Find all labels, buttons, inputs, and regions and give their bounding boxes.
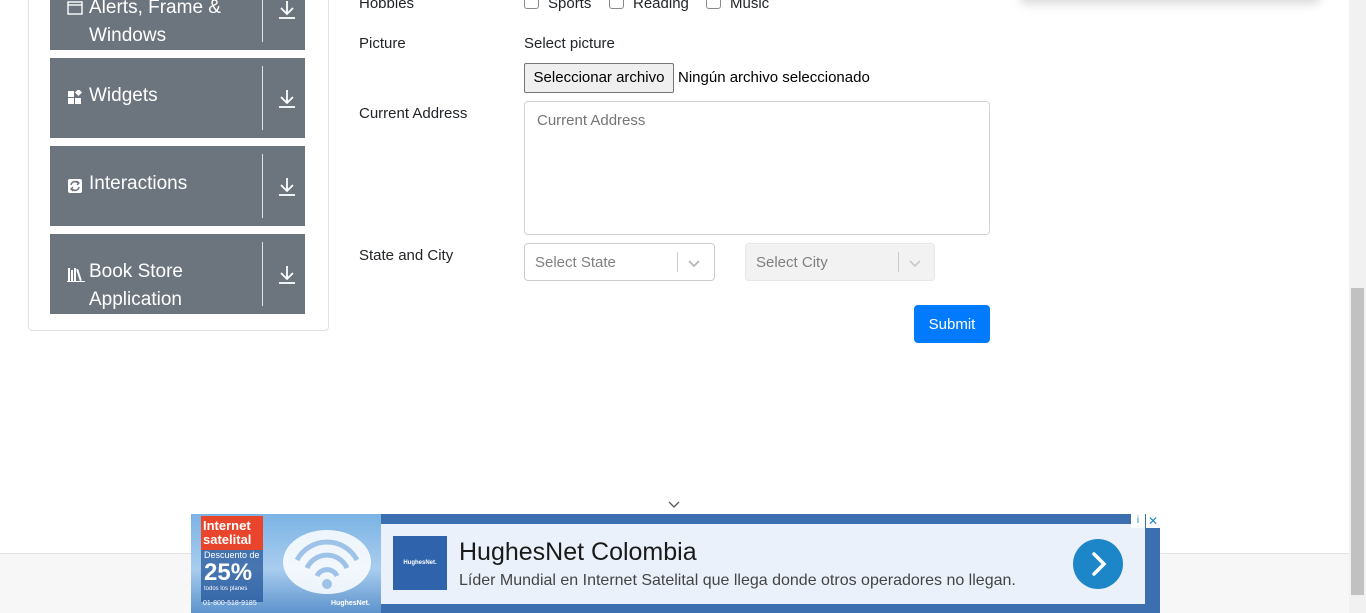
ad-go-button[interactable] [1073,539,1123,589]
interactions-icon [68,179,82,193]
select-separator [898,252,899,272]
ad-discount-value: 25% [204,559,253,586]
picture-caption: Select picture [524,35,615,52]
choose-file-button[interactable]: Seleccionar archivo [524,63,674,93]
state-select[interactable]: Select State [524,243,715,281]
ad-banner[interactable]: Internet satelital Descuento de 25% todo… [191,514,1160,613]
picture-label: Picture [359,35,406,52]
sidebar-group-divider [262,66,263,130]
ad-promo-line1: Internet [203,518,251,533]
submit-button[interactable]: Submit [914,305,990,343]
sidebar-group-divider [262,0,263,42]
ad-discount-note: todos los planes [204,586,248,592]
sidebar-group-divider [262,242,263,306]
book-icon [67,268,85,282]
sidebar-group-divider [262,154,263,218]
file-status-text: Ningún archivo seleccionado [678,69,870,86]
ad-discount-box: Descuento de 25% todos los planes [201,550,263,602]
sidebar-group-label: Application [89,289,182,310]
hobby-music-label[interactable]: Music [730,0,769,12]
sidebar-group-book-store[interactable]: Book Store Application [50,234,305,314]
ad-phone: 01-800-518-9185 [203,600,257,607]
hobby-music-checkbox[interactable] [706,0,721,9]
current-address-label: Current Address [359,105,468,122]
chevron-down-icon[interactable] [687,256,701,270]
download-arrow-icon[interactable] [278,89,296,109]
download-arrow-icon[interactable] [278,0,296,20]
current-address-input[interactable] [524,101,990,235]
sidebar-group-label: Interactions [89,173,188,194]
hobby-sports-label[interactable]: Sports [548,0,591,12]
sidebar-group-interactions[interactable]: Interactions [50,146,305,226]
hobby-reading-label[interactable]: Reading [633,0,689,12]
hobby-reading-checkbox[interactable] [609,0,624,9]
state-city-label: State and City [359,247,454,264]
ad-content-panel[interactable]: HughesNet. HughesNet Colombia Líder Mund… [381,524,1145,604]
sidebar-group-widgets[interactable]: Widgets [50,58,305,138]
download-arrow-icon[interactable] [278,265,296,285]
select-separator [677,252,678,272]
hobby-sports-checkbox[interactable] [524,0,539,9]
ad-logo: HughesNet. [393,536,447,590]
window-icon [67,1,83,15]
chevron-down-icon[interactable] [908,256,922,270]
ad-title[interactable]: HughesNet Colombia [459,538,697,567]
sidebar-group-label: Widgets [89,85,158,106]
sidebar-group-label: Book Store [89,261,183,282]
ad-close-icon[interactable]: ✕ [1146,514,1160,528]
ad-promo-line2: satelital [203,532,252,547]
chevron-down-icon[interactable] [666,499,682,511]
wifi-cloud-icon [283,530,371,594]
ad-info-icon[interactable]: i [1131,514,1145,528]
scrollbar-thumb[interactable] [1351,288,1364,595]
state-select-placeholder: Select State [535,254,616,271]
chevron-right-icon [1092,552,1107,576]
download-arrow-icon[interactable] [278,177,296,197]
ad-brand-small: HughesNet. [331,600,370,607]
city-select-placeholder: Select City [756,254,828,271]
hobbies-label: Hobbies [359,0,415,12]
ad-promo-image[interactable]: Internet satelital Descuento de 25% todo… [191,514,381,613]
city-select[interactable]: Select City [745,243,935,281]
ad-promo-badge: Internet satelital [201,516,263,550]
sidebar-group-label: Alerts, Frame & [89,0,221,18]
sidebar-group-alerts-frame-windows[interactable]: Alerts, Frame & Windows [50,0,305,50]
ad-description[interactable]: Líder Mundial en Internet Satelital que … [459,572,1016,590]
widgets-icon [68,90,83,104]
sidebar-group-label: Windows [89,25,167,46]
